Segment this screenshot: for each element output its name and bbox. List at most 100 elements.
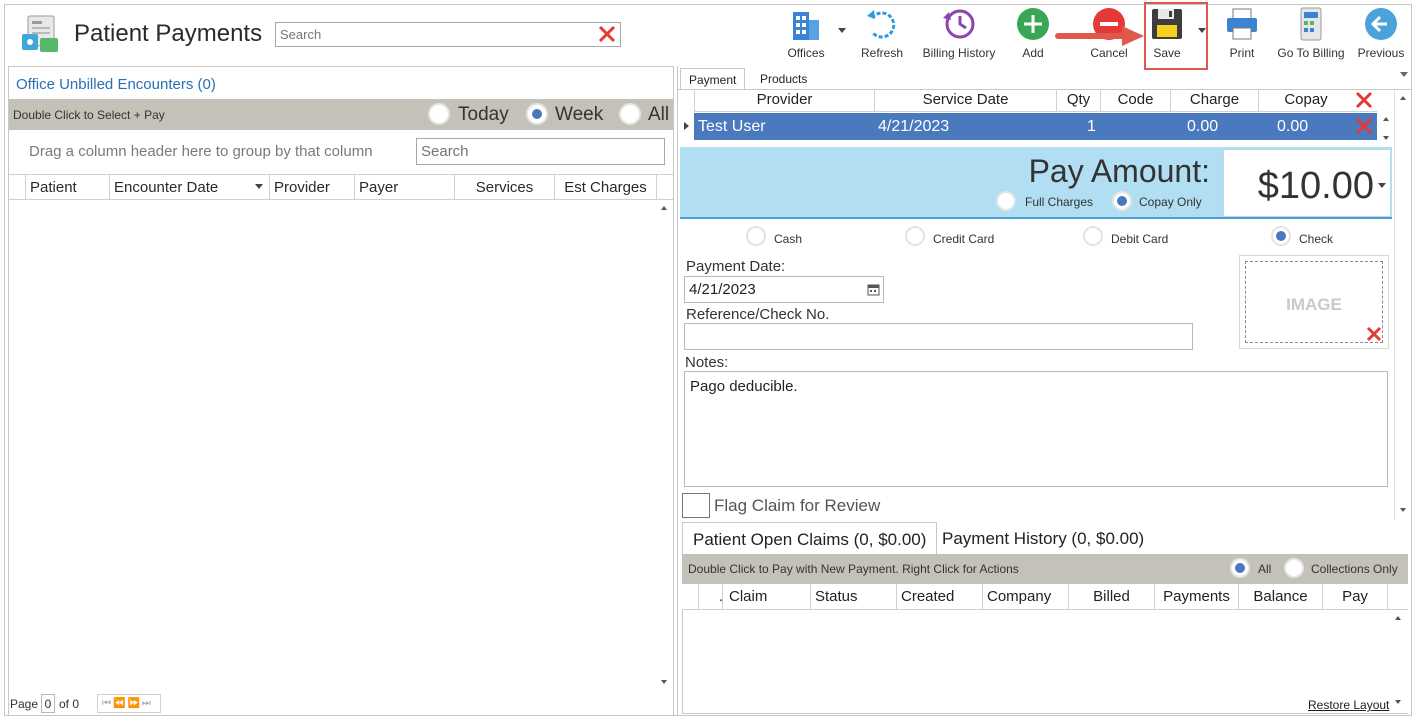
col-encounter-date[interactable]: Encounter Date — [109, 175, 269, 200]
check-image-box[interactable]: IMAGE — [1239, 255, 1389, 349]
ccol-pay[interactable]: Pay — [1322, 584, 1388, 609]
range-week-radio[interactable] — [526, 103, 548, 125]
encounters-search-input[interactable] — [417, 139, 664, 164]
ccol-created[interactable]: Created — [896, 584, 982, 609]
claims-scroll-down-icon[interactable] — [1395, 700, 1401, 704]
pager-page-input[interactable]: 0 — [41, 694, 55, 713]
ccol-status[interactable]: Status — [810, 584, 896, 609]
encounters-hint: Double Click to Select + Pay — [13, 108, 165, 122]
ccol-billed[interactable]: Billed — [1068, 584, 1154, 609]
full-charges-label: Full Charges — [1025, 195, 1094, 209]
ccol-company[interactable]: Company — [982, 584, 1068, 609]
tab-products[interactable]: Products — [752, 68, 815, 90]
claims-hint: Double Click to Pay with New Payment. Ri… — [688, 562, 1019, 576]
go-to-billing-button[interactable]: Go To Billing — [1274, 6, 1348, 64]
tab-payment-history[interactable]: Payment History (0, $0.00) — [932, 522, 1154, 554]
pcol-service-date[interactable]: Service Date — [874, 89, 1056, 111]
range-today-radio[interactable] — [428, 103, 450, 125]
claims-all-radio[interactable] — [1230, 558, 1250, 578]
pcol-qty[interactable]: Qty — [1056, 89, 1100, 111]
range-all-label: All — [648, 104, 670, 125]
patient-search-box[interactable] — [275, 22, 621, 47]
range-all-radio[interactable] — [619, 103, 641, 125]
flag-claim-label: Flag Claim for Review — [714, 496, 881, 515]
encounters-search-box[interactable] — [416, 138, 665, 165]
pager-nav-buttons[interactable]: ⏮⏪⏩⏭ — [97, 694, 161, 713]
payment-panel-scrollbar[interactable] — [1394, 90, 1410, 520]
row-indicator-icon — [684, 122, 689, 130]
ccol-claim[interactable]: Claim — [722, 584, 810, 609]
print-button[interactable]: Print — [1220, 6, 1264, 64]
method-debit-card-label: Debit Card — [1111, 232, 1169, 246]
reference-input[interactable] — [684, 323, 1193, 350]
offices-dropdown-icon[interactable] — [838, 28, 846, 33]
method-debit-card-radio[interactable] — [1083, 226, 1103, 246]
ccol-dot[interactable]: . — [698, 584, 723, 609]
collections-only-radio[interactable] — [1284, 558, 1304, 578]
panel-scroll-down-icon[interactable] — [1400, 508, 1406, 512]
payment-row[interactable]: Test User 4/21/2023 1 0.00 0.00 — [694, 113, 1377, 140]
offices-button[interactable]: Offices — [782, 6, 830, 64]
encounters-filter-bar: Double Click to Select + Pay Today Week … — [9, 99, 673, 130]
col-provider[interactable]: Provider — [269, 175, 354, 200]
pcol-provider[interactable]: Provider — [694, 89, 874, 111]
remove-image-icon[interactable] — [1366, 326, 1382, 342]
billing-history-button[interactable]: Billing History — [918, 6, 1000, 64]
pay-amount-input[interactable]: $10.00 — [1223, 149, 1391, 217]
pcol-copay[interactable]: Copay — [1258, 89, 1353, 111]
amount-dropdown-icon[interactable] — [1378, 183, 1386, 188]
encounters-scrollbar[interactable] — [656, 200, 672, 690]
pager-total: of 0 — [59, 697, 80, 711]
history-icon — [943, 9, 975, 39]
row-service-date: 4/21/2023 — [878, 118, 950, 135]
delete-all-icon[interactable] — [1355, 91, 1373, 109]
restore-layout-link[interactable]: Restore Layout — [1308, 698, 1389, 712]
copay-only-radio[interactable] — [1112, 191, 1132, 211]
grid-scroll-down-icon[interactable] — [1383, 136, 1389, 140]
pane-divider — [677, 66, 678, 716]
range-week-label: Week — [555, 104, 604, 125]
scroll-up-icon[interactable] — [661, 206, 667, 210]
panel-scroll-up-icon[interactable] — [1400, 96, 1406, 100]
pay-amount-value: $10.00 — [1257, 165, 1374, 207]
full-charges-radio[interactable] — [996, 191, 1016, 211]
col-payer[interactable]: Payer — [354, 175, 454, 200]
ccol-payments[interactable]: Payments — [1154, 584, 1238, 609]
check-image-dropzone[interactable]: IMAGE — [1245, 261, 1383, 343]
previous-button[interactable]: Previous — [1354, 6, 1408, 64]
tabs-collapse-icon[interactable] — [1400, 72, 1408, 78]
method-cash-radio[interactable] — [746, 226, 766, 246]
reference-label: Reference/Check No. — [686, 306, 830, 323]
delete-row-icon[interactable] — [1355, 117, 1373, 135]
grid-scroll-up-icon[interactable] — [1383, 117, 1389, 121]
ccol-balance[interactable]: Balance — [1238, 584, 1322, 609]
pcol-charge[interactable]: Charge — [1170, 89, 1258, 111]
payment-grid-scrollbar[interactable] — [1378, 112, 1394, 144]
refresh-button[interactable]: Refresh — [858, 6, 906, 64]
tab-patient-open-claims[interactable]: Patient Open Claims (0, $0.00) — [682, 522, 938, 554]
scroll-down-icon[interactable] — [661, 680, 667, 684]
col-patient[interactable]: Patient — [25, 175, 109, 200]
patient-search-input[interactable] — [276, 23, 586, 45]
tab-payment[interactable]: Payment — [680, 68, 746, 90]
row-charge: 0.00 — [1187, 118, 1219, 135]
notes-textarea[interactable]: Pago deducible. — [684, 371, 1388, 487]
method-check-radio[interactable] — [1271, 226, 1291, 246]
patient-payments-icon — [22, 15, 58, 52]
pcol-code[interactable]: Code — [1100, 89, 1170, 111]
claims-grid-body — [682, 610, 1408, 714]
method-credit-card-radio[interactable] — [905, 226, 925, 246]
calendar-icon[interactable] — [867, 283, 880, 296]
clear-search-icon[interactable] — [597, 24, 617, 44]
claims-scroll-up-icon[interactable] — [1395, 616, 1401, 620]
payment-date-input[interactable]: 4/21/2023 — [684, 276, 884, 303]
row-provider: Test User — [698, 118, 766, 135]
unbilled-encounters-title[interactable]: Office Unbilled Encounters (0) — [16, 76, 216, 93]
flag-claim-checkbox[interactable] — [682, 493, 710, 518]
cancel-label: Cancel — [1090, 46, 1128, 60]
encounters-grid-header: Patient Encounter Date Provider Payer Se… — [9, 174, 673, 200]
claims-scrollbar[interactable] — [1390, 610, 1406, 712]
add-button[interactable]: Add — [1010, 6, 1056, 64]
col-est-charges[interactable]: Est Charges — [554, 175, 657, 200]
col-services[interactable]: Services — [454, 175, 554, 200]
